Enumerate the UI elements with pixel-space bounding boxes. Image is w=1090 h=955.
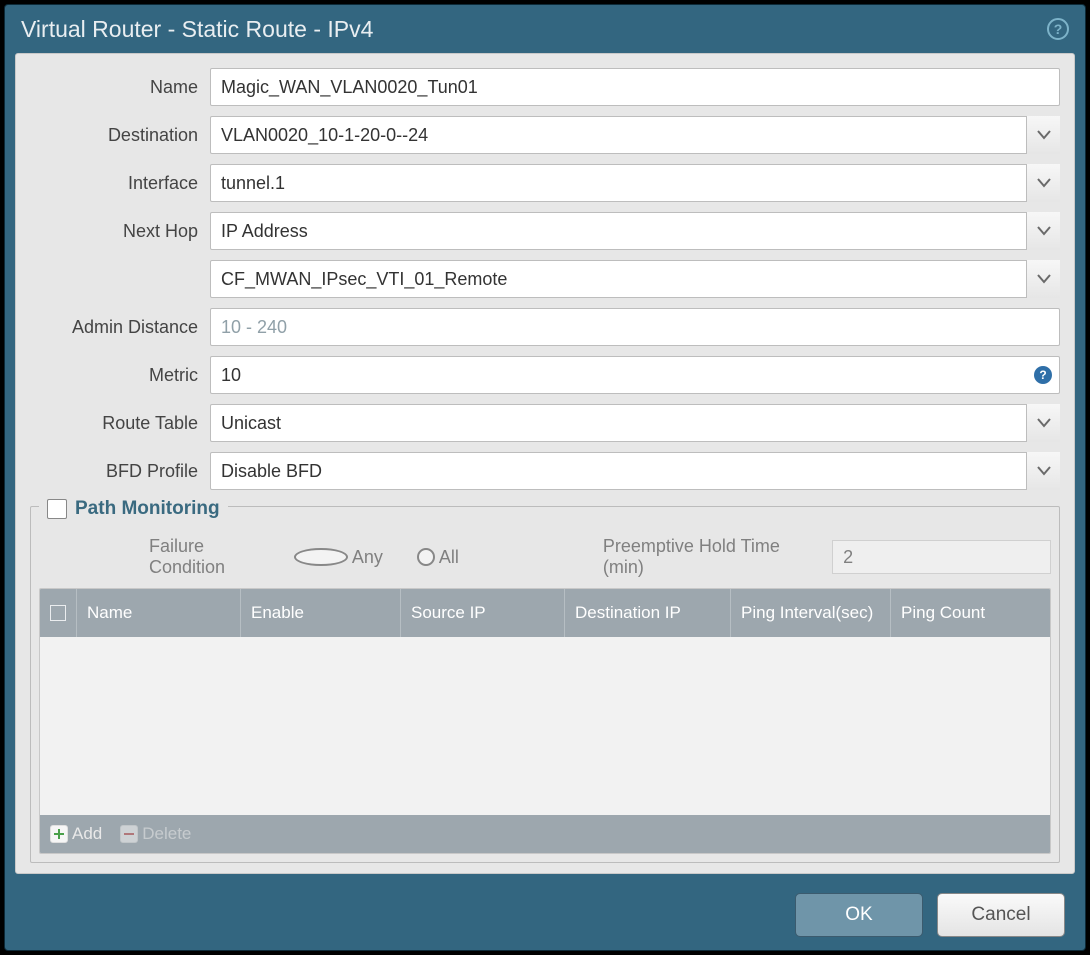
delete-label: Delete	[142, 824, 191, 844]
radio-all-label: All	[439, 547, 459, 568]
table-body	[40, 637, 1050, 815]
checkbox-icon	[50, 605, 66, 621]
destination-select[interactable]: VLAN0020_10-1-20-0--24	[210, 116, 1060, 154]
table-footer: Add Delete	[40, 815, 1050, 853]
chevron-down-icon	[1037, 418, 1051, 428]
chevron-down-icon	[1037, 226, 1051, 236]
col-name[interactable]: Name	[77, 589, 241, 637]
titlebar: Virtual Router - Static Route - IPv4 ?	[5, 5, 1085, 53]
metric-help-icon[interactable]: ?	[1034, 366, 1052, 384]
hold-time-label: Preemptive Hold Time (min)	[603, 536, 814, 578]
destination-value: VLAN0020_10-1-20-0--24	[221, 125, 1019, 146]
row-admin-distance: Admin Distance 10 - 240	[30, 308, 1060, 346]
admin-distance-field[interactable]: 10 - 240	[210, 308, 1060, 346]
path-monitoring-checkbox[interactable]	[47, 499, 67, 519]
destination-dropdown-button[interactable]	[1026, 116, 1060, 154]
row-name: Name Magic_WAN_VLAN0020_Tun01	[30, 68, 1060, 106]
metric-value: 10	[221, 365, 1049, 386]
interface-dropdown-button[interactable]	[1026, 164, 1060, 202]
col-dest-ip[interactable]: Destination IP	[565, 589, 731, 637]
label-destination: Destination	[30, 125, 210, 146]
interface-select[interactable]: tunnel.1	[210, 164, 1060, 202]
failure-condition-label: Failure Condition	[149, 536, 278, 578]
route-table-select[interactable]: Unicast	[210, 404, 1060, 442]
monitoring-table: Name Enable Source IP Destination IP Pin…	[39, 588, 1051, 854]
chevron-down-icon	[1037, 130, 1051, 140]
dialog-body: Name Magic_WAN_VLAN0020_Tun01 Destinatio…	[15, 53, 1075, 874]
label-nexthop: Next Hop	[30, 221, 210, 242]
label-bfd: BFD Profile	[30, 461, 210, 482]
nexthop-type-value: IP Address	[221, 221, 1019, 242]
delete-button[interactable]: Delete	[120, 824, 191, 844]
col-select-all[interactable]	[40, 589, 77, 637]
metric-field[interactable]: 10	[210, 356, 1060, 394]
route-table-value: Unicast	[221, 413, 1019, 434]
row-metric: Metric 10 ?	[30, 356, 1060, 394]
row-route-table: Route Table Unicast	[30, 404, 1060, 442]
chevron-down-icon	[1037, 178, 1051, 188]
col-source-ip[interactable]: Source IP	[401, 589, 565, 637]
nexthop-addr-dropdown-button[interactable]	[1026, 260, 1060, 298]
failure-option-all[interactable]: All	[417, 547, 459, 568]
group-header: Path Monitoring	[39, 492, 228, 526]
dialog-title: Virtual Router - Static Route - IPv4	[21, 16, 373, 43]
col-ping-count[interactable]: Ping Count	[891, 589, 1050, 637]
table-header: Name Enable Source IP Destination IP Pin…	[40, 589, 1050, 637]
hold-time-field[interactable]: 2	[832, 540, 1051, 574]
col-ping-interval[interactable]: Ping Interval(sec)	[731, 589, 891, 637]
cancel-label: Cancel	[971, 904, 1030, 926]
interface-value: tunnel.1	[221, 173, 1019, 194]
row-interface: Interface tunnel.1	[30, 164, 1060, 202]
failure-condition-row: Failure Condition Any All Preemptive Hol…	[39, 530, 1051, 588]
route-table-dropdown-button[interactable]	[1026, 404, 1060, 442]
radio-all[interactable]	[417, 548, 435, 566]
help-icon[interactable]: ?	[1047, 18, 1069, 40]
cancel-button[interactable]: Cancel	[937, 893, 1065, 937]
bfd-select[interactable]: Disable BFD	[210, 452, 1060, 490]
chevron-down-icon	[1037, 466, 1051, 476]
group-body: Failure Condition Any All Preemptive Hol…	[31, 526, 1059, 862]
label-metric: Metric	[30, 365, 210, 386]
minus-icon	[120, 825, 138, 843]
row-bfd: BFD Profile Disable BFD	[30, 452, 1060, 490]
ok-button[interactable]: OK	[795, 893, 923, 937]
plus-icon	[50, 825, 68, 843]
chevron-down-icon	[1037, 274, 1051, 284]
radio-any[interactable]	[294, 548, 348, 566]
col-enable[interactable]: Enable	[241, 589, 401, 637]
name-field[interactable]: Magic_WAN_VLAN0020_Tun01	[210, 68, 1060, 106]
nexthop-type-dropdown-button[interactable]	[1026, 212, 1060, 250]
row-destination: Destination VLAN0020_10-1-20-0--24	[30, 116, 1060, 154]
group-title: Path Monitoring	[75, 498, 220, 520]
label-name: Name	[30, 77, 210, 98]
label-admin-distance: Admin Distance	[30, 317, 210, 338]
add-label: Add	[72, 824, 102, 844]
nexthop-addr-value: CF_MWAN_IPsec_VTI_01_Remote	[221, 269, 1019, 290]
label-interface: Interface	[30, 173, 210, 194]
name-value: Magic_WAN_VLAN0020_Tun01	[221, 77, 1049, 98]
hold-time-value: 2	[843, 547, 853, 568]
dialog-button-bar: OK Cancel	[5, 880, 1085, 950]
label-route-table: Route Table	[30, 413, 210, 434]
row-nexthop-addr: CF_MWAN_IPsec_VTI_01_Remote	[30, 260, 1060, 298]
path-monitoring-group: Path Monitoring Failure Condition Any Al…	[30, 506, 1060, 863]
dialog-virtual-router-static-route: Virtual Router - Static Route - IPv4 ? N…	[4, 4, 1086, 951]
add-button[interactable]: Add	[50, 824, 102, 844]
admin-distance-placeholder: 10 - 240	[221, 317, 1049, 338]
radio-any-label: Any	[352, 547, 383, 568]
bfd-value: Disable BFD	[221, 461, 1019, 482]
nexthop-type-select[interactable]: IP Address	[210, 212, 1060, 250]
ok-label: OK	[845, 904, 872, 926]
row-nexthop-type: Next Hop IP Address	[30, 212, 1060, 250]
failure-option-any[interactable]: Any	[294, 547, 383, 568]
nexthop-addr-select[interactable]: CF_MWAN_IPsec_VTI_01_Remote	[210, 260, 1060, 298]
bfd-dropdown-button[interactable]	[1026, 452, 1060, 490]
